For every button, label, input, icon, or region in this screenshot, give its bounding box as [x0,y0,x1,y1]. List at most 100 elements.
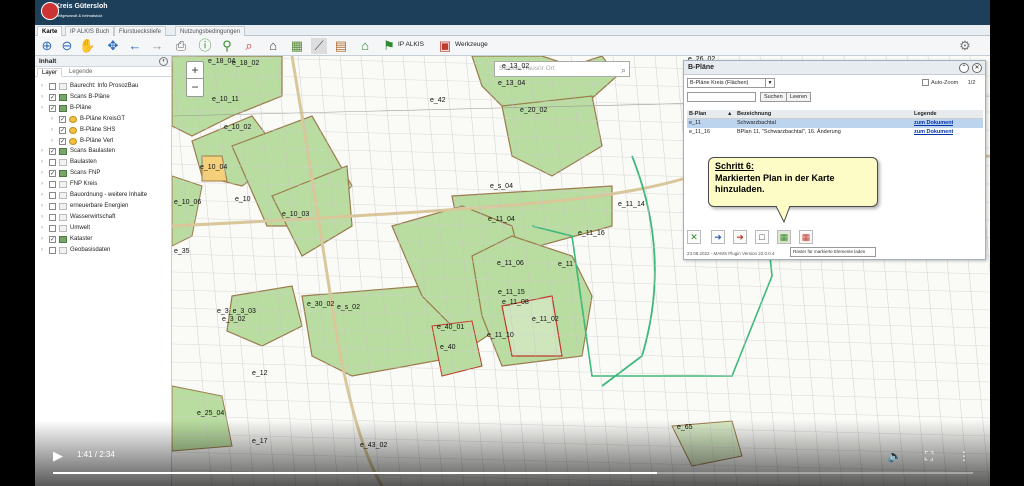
expand-chevron-icon[interactable]: › [51,136,53,147]
werkzeuge-menu[interactable]: Werkzeuge [455,41,488,48]
column-bplan[interactable]: B-Plan [689,110,706,119]
expand-chevron-icon[interactable]: › [41,146,43,157]
layer-checkbox[interactable]: ✓ [49,148,56,156]
fullscreen-icon[interactable]: ⛶ [921,448,937,464]
layer-checkbox[interactable] [49,246,56,254]
play-icon[interactable]: ▶ [53,449,67,463]
column-bezeichnung[interactable]: Bezeichnung [737,110,771,119]
tab-flurstueckstiefe[interactable]: Flurstueckstiefe [114,26,167,36]
layer-checkbox[interactable] [49,159,56,167]
select-arrow-icon[interactable]: ➜ [711,230,725,244]
map-plan-label: e_11_15 [498,289,525,296]
house-icon[interactable]: ⌂ [357,38,373,54]
tab-layer[interactable]: Layer [37,68,63,77]
layer-checkbox[interactable]: ✓ [59,115,66,123]
layer-checkbox[interactable] [49,224,56,232]
layer-checkbox[interactable]: ✓ [59,137,66,145]
layer-checkbox[interactable]: ✓ [49,93,56,101]
table-row[interactable]: e_11 Schwarzbachtal zum Dokument [687,119,983,128]
expand-chevron-icon[interactable]: › [41,81,43,92]
layer-label: Baurecht: Info ProsozBau [70,83,139,89]
plan-icon[interactable]: ▤ [333,38,349,54]
bplan-layer-select[interactable]: B-Pläne Kreis (Flächen) ▼ [687,78,775,88]
auto-zoom-checkbox[interactable] [922,79,929,86]
ip-alkis-icon[interactable]: ⚑ [381,38,397,54]
volume-icon[interactable]: 🔈 [887,448,903,464]
table-row[interactable]: e_11_16 BPlan 11, "Schwarzbachtal", 16. … [687,128,983,137]
werkzeuge-icon[interactable]: ▣ [437,38,453,54]
forward-arrow-icon[interactable]: → [149,38,165,54]
deselect-icon[interactable]: ➜ [733,230,747,244]
tab-ip-alkis-buch[interactable]: IP ALKIS Buch [65,26,115,36]
map-layers-icon[interactable]: ▦ [289,38,305,54]
load-raster-icon[interactable]: ▦ [777,230,791,244]
layer-label: Geobasisdaten [70,246,111,253]
expand-chevron-icon[interactable]: › [51,125,53,136]
map-plan-label: e_11 [558,261,574,268]
document-link[interactable]: zum Dokument [914,128,953,137]
remove-raster-icon[interactable]: ▦ [799,230,813,244]
layer-checkbox[interactable] [49,192,56,199]
expand-chevron-icon[interactable]: › [41,190,43,201]
layer-checkbox[interactable]: ✓ [49,104,56,112]
zoom-to-extent-icon[interactable]: ✕ [687,230,701,244]
layer-icon [59,83,67,90]
map-plan-label: e_12 [252,370,268,377]
expand-chevron-icon[interactable]: › [41,245,43,256]
measure-icon[interactable]: ⟋ [311,38,327,54]
clear-button[interactable]: Leeren [786,92,812,102]
layer-checkbox[interactable] [49,213,56,221]
expand-chevron-icon[interactable]: › [51,114,53,125]
map-zoom-out-button[interactable]: − [187,79,203,96]
center-map-icon[interactable]: ✥ [105,38,121,54]
layer-checkbox[interactable] [49,83,56,90]
bplan-title-text: B-Pläne [688,64,715,71]
layer-checkbox[interactable]: ✓ [49,235,56,243]
expand-chevron-icon[interactable]: › [41,168,43,179]
pdf-search-icon[interactable]: ⌕ [241,38,257,54]
tab-karte[interactable]: Karte [37,26,63,36]
close-icon[interactable]: ✕ [972,63,982,73]
map-plan-label: e_10 [235,196,251,203]
map-plan-label: e_18_02 [232,60,260,67]
bplan-search-input[interactable] [687,92,756,102]
layer-checkbox[interactable]: ✓ [49,170,56,178]
settings-gear-icon[interactable]: ⚙ [957,38,973,54]
ip-alkis-menu[interactable]: IP ALKIS [398,41,424,48]
auto-zoom-toggle[interactable]: Auto-Zoom 1/2 [922,79,975,86]
search-button[interactable]: Suchen [760,92,787,102]
back-arrow-icon[interactable]: ← [127,38,143,54]
zoom-in-icon[interactable]: ⊕ [39,38,55,54]
expand-chevron-icon[interactable]: › [41,157,43,168]
map-plan-label: e_25_04 [197,410,225,417]
pan-hand-icon[interactable]: ✋ [79,38,95,54]
zoom-out-icon[interactable]: ⊖ [59,38,75,54]
expand-chevron-icon[interactable]: › [41,212,43,223]
expand-chevron-icon[interactable]: › [41,92,43,103]
more-options-icon[interactable]: ⋮ [956,448,972,464]
expand-chevron-icon[interactable]: › [41,103,43,114]
video-progress-bar[interactable] [53,472,973,474]
expand-chevron-icon[interactable]: › [41,234,43,245]
collapse-panel-icon[interactable]: ‹ [159,57,168,66]
location-info-icon[interactable]: ⚲ [219,38,235,54]
layer-checkbox[interactable]: ✓ [59,126,66,134]
frame-icon[interactable]: □ [755,230,769,244]
layer-label: B-Pläne KreisGT [80,115,126,122]
minimize-icon[interactable]: ⌃ [959,63,969,73]
layer-checkbox[interactable] [49,181,56,189]
tab-legende[interactable]: Legende [65,68,96,77]
map-plan-label: e_13_04 [498,80,526,87]
expand-chevron-icon[interactable]: › [41,223,43,234]
tab-nutzungsbedingungen[interactable]: Nutzungsbedingungen [175,26,246,36]
info-icon[interactable]: ⓘ [197,38,213,54]
column-legende[interactable]: Legende [914,110,937,119]
layer-checkbox[interactable] [49,202,56,210]
search-icon[interactable]: ⌕ [621,63,626,77]
print-icon[interactable]: ⎙ [173,38,189,54]
document-link[interactable]: zum Dokument [914,119,953,128]
expand-chevron-icon[interactable]: › [41,179,43,190]
home-icon[interactable]: ⌂ [265,38,281,54]
expand-chevron-icon[interactable]: › [41,201,43,212]
map-zoom-in-button[interactable]: + [187,62,203,79]
